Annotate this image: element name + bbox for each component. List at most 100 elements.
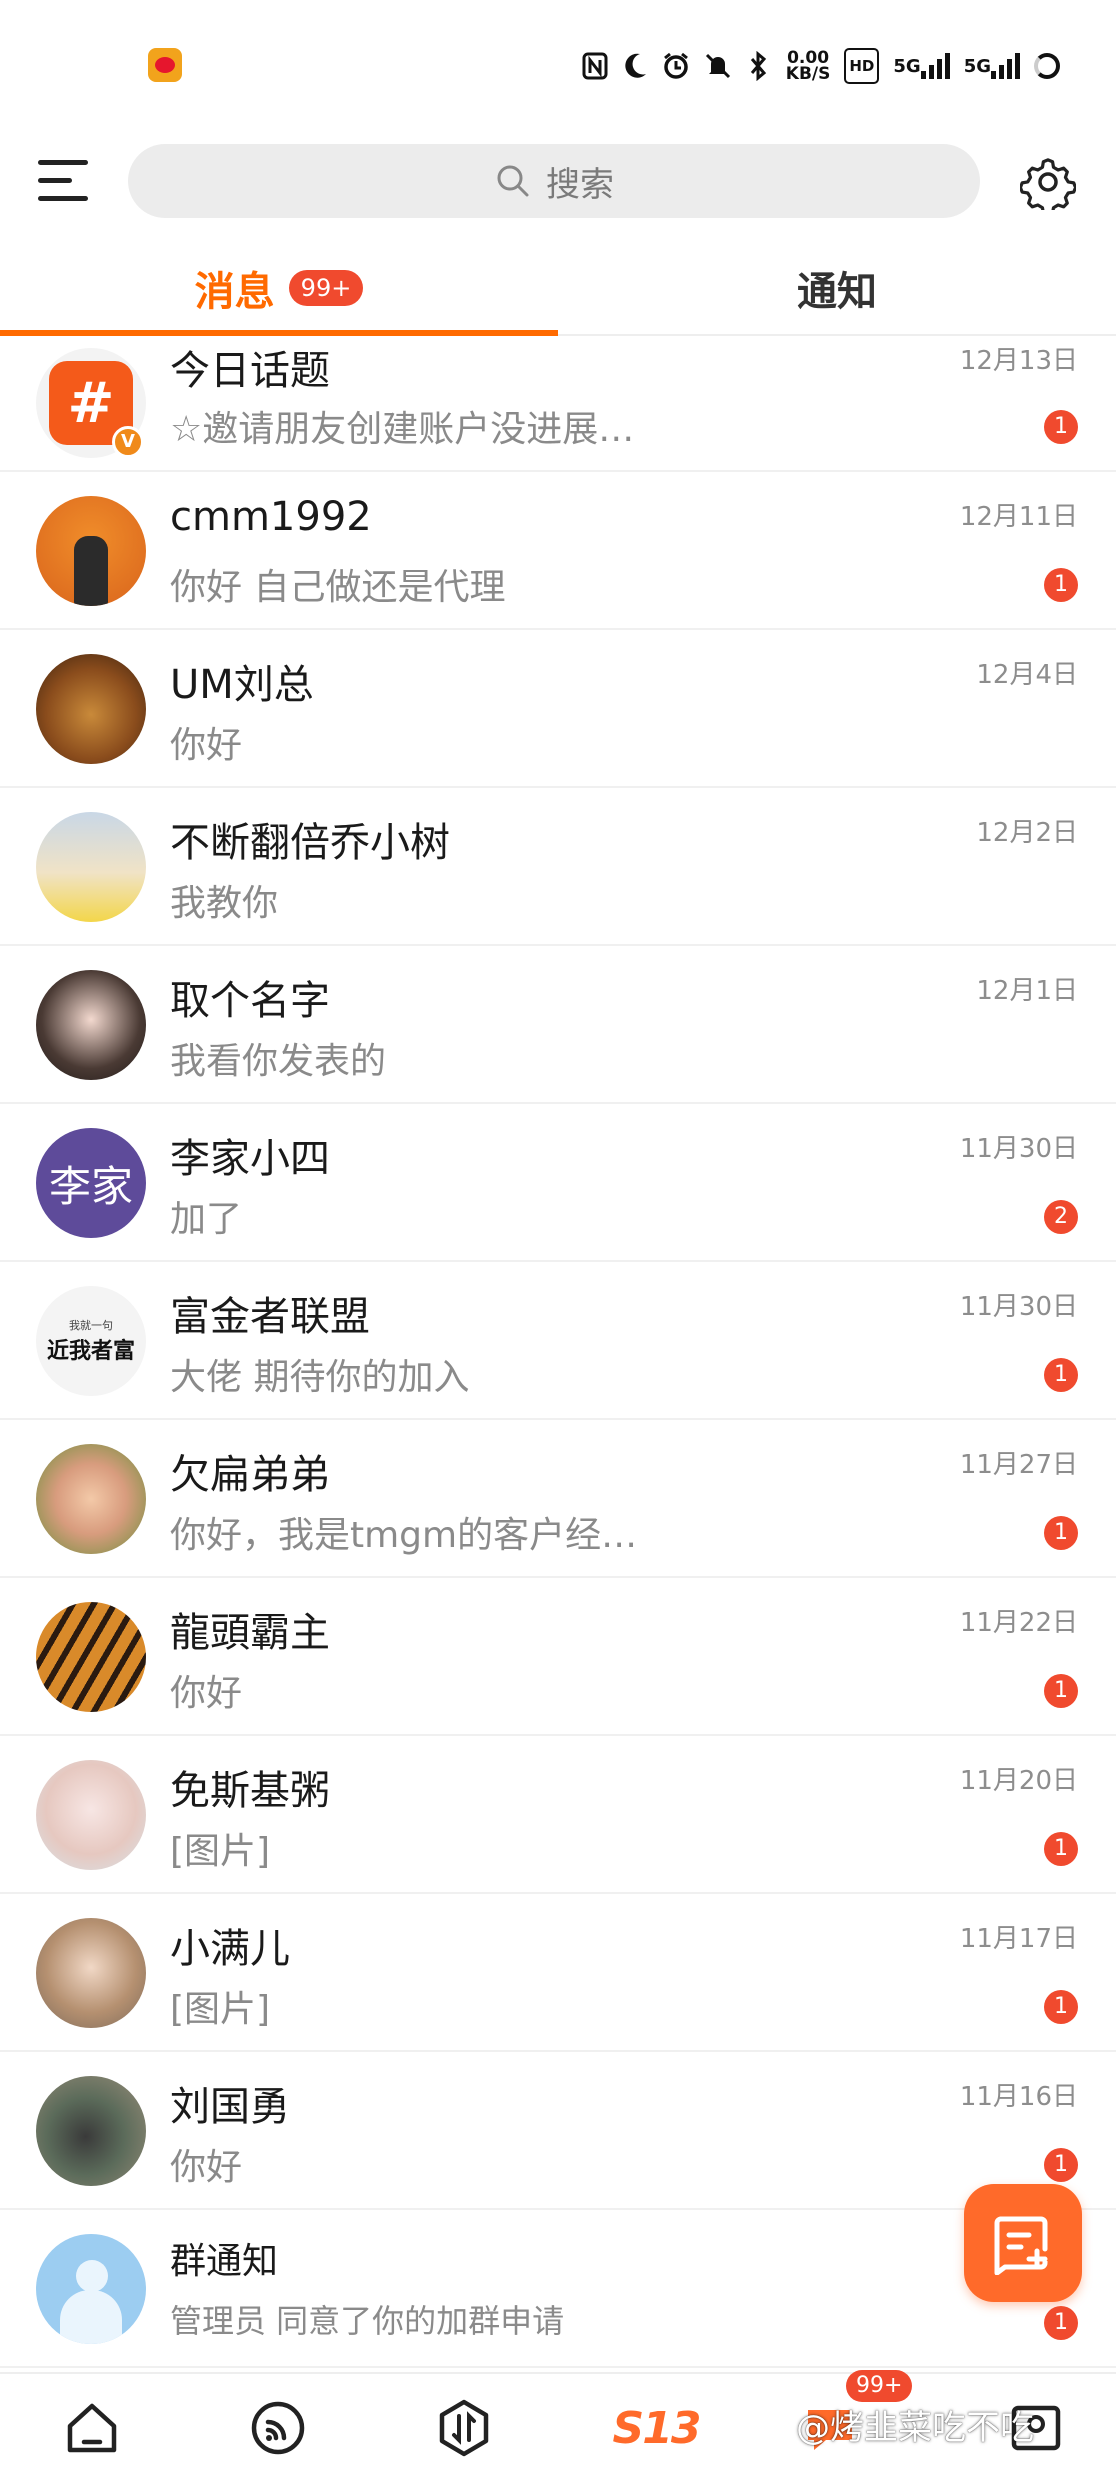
- watermark: @烤韭菜吃不吃: [796, 2408, 1034, 2448]
- video-icon: [251, 2401, 305, 2455]
- conversation-preview: 你好: [170, 2147, 243, 2188]
- unread-badge: 1: [1044, 2148, 1078, 2182]
- avatar: [36, 812, 146, 922]
- new-message-button[interactable]: [964, 2184, 1082, 2302]
- conversation-item[interactable]: UM刘总 你好 12月4日: [0, 630, 1116, 788]
- conversation-preview: [图片]: [170, 1831, 271, 1872]
- status-bar: 0.00 KB/S HD 5G 5G: [0, 0, 1116, 128]
- unread-badge: 2: [1044, 1200, 1078, 1234]
- avatar-caption: 我就一句: [69, 1319, 113, 1332]
- unread-badge: 1: [1044, 1832, 1078, 1866]
- conversation-preview: 你好: [170, 1673, 243, 1714]
- conversation-item[interactable]: 不断翻倍乔小树 我教你 12月2日: [0, 788, 1116, 946]
- avatar: [36, 970, 146, 1080]
- nfc-icon: [582, 48, 608, 84]
- unread-badge: 1: [1044, 410, 1078, 444]
- bottom-nav: S13 99+ @烤韭菜吃不吃: [0, 2370, 1116, 2484]
- conversation-item[interactable]: cmm1992 你好 自己做还是代理 12月11日 1: [0, 472, 1116, 630]
- signal-1: 5G: [893, 48, 950, 84]
- nav-discover[interactable]: [428, 2392, 500, 2464]
- conversation-item[interactable]: 取个名字 我看你发表的 12月1日: [0, 946, 1116, 1104]
- unread-badge: 1: [1044, 568, 1078, 602]
- search-input[interactable]: 搜索: [128, 144, 980, 218]
- tab-messages-badge: 99+: [288, 270, 364, 306]
- conversation-name: 小满儿: [170, 1926, 290, 1972]
- conversation-preview: 加了: [170, 1199, 243, 1240]
- conversation-time: 11月30日: [959, 1292, 1078, 1322]
- unread-badge: 1: [1044, 2306, 1078, 2340]
- conversation-preview: 我看你发表的: [170, 1041, 387, 1082]
- tab-bar: 消息 99+ 通知: [0, 240, 1116, 336]
- avatar: [36, 1444, 146, 1554]
- avatar: [36, 2076, 146, 2186]
- signal-2: 5G: [964, 48, 1020, 84]
- nav-video[interactable]: [242, 2392, 314, 2464]
- conversation-name: 免斯基粥: [170, 1768, 330, 1814]
- header: 搜索: [0, 128, 1116, 238]
- conversation-item[interactable]: 群通知 管理员 同意了你的加群申请 1: [0, 2210, 1116, 2368]
- conversation-name: cmm1992: [170, 494, 372, 540]
- avatar: [36, 496, 146, 606]
- discover-icon: [439, 2399, 489, 2457]
- active-tab-indicator: [0, 330, 558, 336]
- conversation-item[interactable]: 龍頭霸主 你好 11月22日 1: [0, 1578, 1116, 1736]
- avatar: 李家: [36, 1128, 146, 1238]
- nav-home[interactable]: [56, 2392, 128, 2464]
- network-type-1: 5G: [893, 55, 921, 77]
- alarm-icon: [662, 48, 690, 84]
- speed-unit: KB/S: [785, 64, 831, 84]
- menu-button[interactable]: [38, 156, 90, 206]
- conversation-preview: 你好 自己做还是代理: [170, 567, 506, 608]
- mute-icon: [704, 48, 732, 84]
- tab-messages-label: 消息: [194, 269, 275, 315]
- signal-bars-icon: [991, 53, 1020, 79]
- weibo-app-icon: [148, 48, 182, 82]
- gear-icon: [1018, 158, 1078, 217]
- verified-badge-icon: V: [112, 426, 144, 458]
- conversation-name: 龍頭霸主: [170, 1610, 330, 1656]
- conversation-name: 今日话题: [170, 348, 330, 394]
- compose-icon: [994, 2216, 1048, 2275]
- conversation-preview: 我教你: [170, 883, 279, 924]
- conversation-item[interactable]: 小满儿 [图片] 11月17日 1: [0, 1894, 1116, 2052]
- tab-notifications-label: 通知: [797, 269, 877, 315]
- conversation-item[interactable]: 刘国勇 你好 11月16日 1: [0, 2052, 1116, 2210]
- conversation-item[interactable]: # V 今日话题 ☆邀请朋友创建账户没进展… 12月13日 1: [0, 338, 1116, 472]
- conversation-list: # V 今日话题 ☆邀请朋友创建账户没进展… 12月13日 1 cmm1992 …: [0, 338, 1116, 2370]
- unread-badge: 1: [1044, 1516, 1078, 1550]
- conversation-item[interactable]: 免斯基粥 [图片] 11月20日 1: [0, 1736, 1116, 1894]
- conversation-item[interactable]: 我就一句 近我者富 富金者联盟 大佬 期待你的加入 11月30日 1: [0, 1262, 1116, 1420]
- settings-button[interactable]: [1018, 154, 1078, 217]
- conversation-preview: [图片]: [170, 1989, 271, 2030]
- group-notice-icon: [36, 2234, 146, 2344]
- tab-messages[interactable]: 消息 99+: [0, 240, 558, 336]
- avatar: [36, 1760, 146, 1870]
- avatar: 我就一句 近我者富: [36, 1286, 146, 1396]
- conversation-time: 12月13日: [959, 346, 1078, 376]
- nav-s13[interactable]: S13: [608, 2392, 704, 2464]
- network-speed: 0.00 KB/S: [786, 48, 831, 84]
- conversation-time: 11月27日: [959, 1450, 1078, 1480]
- unread-badge: 1: [1044, 1990, 1078, 2024]
- conversation-item[interactable]: 李家 李家小四 加了 11月30日 2: [0, 1104, 1116, 1262]
- unread-badge: 1: [1044, 1358, 1078, 1392]
- conversation-item[interactable]: 欠扁弟弟 你好，我是tmgm的客户经… 11月27日 1: [0, 1420, 1116, 1578]
- conversation-time: 12月11日: [959, 502, 1078, 532]
- avatar: [36, 654, 146, 764]
- conversation-name: 刘国勇: [170, 2084, 290, 2130]
- conversation-preview: 大佬 期待你的加入: [170, 1357, 470, 1398]
- conversation-name: 不断翻倍乔小树: [170, 820, 450, 866]
- conversation-time: 11月20日: [959, 1766, 1078, 1796]
- conversation-time: 12月2日: [976, 818, 1078, 848]
- conversation-preview: ☆邀请朋友创建账户没进展…: [170, 409, 635, 450]
- conversation-preview: 管理员 同意了你的加群申请: [170, 2302, 565, 2340]
- avatar-title: 近我者富: [46, 1339, 135, 1364]
- conversation-name: 取个名字: [170, 978, 330, 1024]
- conversation-time: 12月4日: [976, 660, 1078, 690]
- conversation-preview: 你好: [170, 725, 243, 766]
- tab-notifications[interactable]: 通知: [558, 240, 1116, 336]
- search-icon: [497, 165, 529, 197]
- conversation-time: 11月17日: [959, 1924, 1078, 1954]
- unread-badge: 1: [1044, 1674, 1078, 1708]
- moon-icon: [622, 48, 648, 84]
